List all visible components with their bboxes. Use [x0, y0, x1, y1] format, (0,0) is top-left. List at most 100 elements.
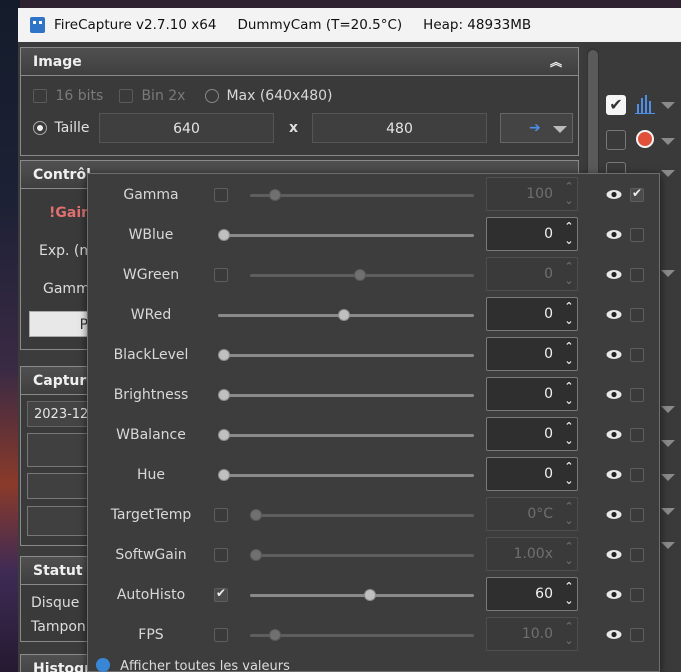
slider-track[interactable]: [218, 354, 474, 357]
auto-checkbox[interactable]: [214, 188, 228, 202]
eye-icon[interactable]: [606, 349, 622, 360]
visibility-checkbox[interactable]: [630, 186, 644, 202]
eye-icon[interactable]: [606, 189, 622, 200]
value-spinbox[interactable]: 0 ⌃ ⌄: [486, 457, 578, 491]
roi-dropdown[interactable]: ➔: [500, 113, 573, 143]
auto-checkbox[interactable]: [214, 268, 228, 282]
value-spinbox[interactable]: 0 ⌃ ⌄: [486, 297, 578, 331]
value-spinbox[interactable]: 0 ⌃ ⌄: [486, 377, 578, 411]
slider-track[interactable]: [218, 234, 474, 237]
chevron-up-icon[interactable]: ︽: [550, 48, 562, 76]
slider-track[interactable]: [250, 594, 474, 597]
slider-track[interactable]: [218, 394, 474, 397]
eye-icon[interactable]: [606, 469, 622, 480]
spin-arrows-icon[interactable]: ⌃ ⌄: [561, 218, 577, 250]
slider-track[interactable]: [250, 194, 474, 197]
value-spinbox[interactable]: 0 ⌃ ⌄: [486, 257, 578, 291]
histogram-dropdown-icon[interactable]: [661, 102, 675, 109]
eye-icon[interactable]: [606, 229, 622, 240]
visibility-checkbox[interactable]: [630, 228, 644, 242]
value-spinbox[interactable]: 60 ⌃ ⌄: [486, 577, 578, 611]
tool-dropdown-icon-9[interactable]: [661, 542, 675, 549]
tool-dropdown-icon-8[interactable]: [661, 508, 675, 515]
bin-checkbox[interactable]: [119, 89, 133, 103]
size-radio[interactable]: [33, 121, 47, 135]
eye-icon[interactable]: [606, 549, 622, 560]
show-all-values[interactable]: Afficher toutes les valeurs: [96, 658, 290, 672]
value-spinbox[interactable]: 0 ⌃ ⌄: [486, 417, 578, 451]
spin-arrows-icon[interactable]: ⌃ ⌄: [561, 418, 577, 450]
visibility-checkbox[interactable]: [630, 588, 644, 602]
eye-icon[interactable]: [606, 429, 622, 440]
eye-icon[interactable]: [606, 589, 622, 600]
auto-checkbox[interactable]: [214, 628, 228, 642]
visibility-checkbox[interactable]: [630, 388, 644, 402]
value-spinbox[interactable]: 10.0 ⌃ ⌄: [486, 617, 578, 651]
slider-handle[interactable]: [364, 589, 377, 601]
visibility-checkbox[interactable]: [630, 468, 644, 482]
visibility-checkbox[interactable]: [630, 548, 644, 562]
eye-icon[interactable]: [606, 629, 622, 640]
tool-dropdown-icon-6[interactable]: [661, 440, 675, 447]
visibility-checkbox[interactable]: [630, 428, 644, 442]
tool-dropdown-icon-7[interactable]: [661, 474, 675, 481]
visibility-checkbox[interactable]: [630, 268, 644, 282]
slider-track[interactable]: [218, 434, 474, 437]
tool-dropdown-icon-5[interactable]: [661, 406, 675, 413]
eye-icon[interactable]: [606, 309, 622, 320]
spin-arrows-icon[interactable]: ⌃ ⌄: [561, 378, 577, 410]
slider-track[interactable]: [250, 514, 474, 517]
visibility-checkbox[interactable]: [630, 628, 644, 642]
auto-checkbox[interactable]: [214, 586, 228, 602]
spin-arrows-icon[interactable]: ⌃ ⌄: [561, 298, 577, 330]
spin-arrows-icon[interactable]: ⌃ ⌄: [561, 338, 577, 370]
slider-handle[interactable]: [218, 469, 230, 481]
spin-arrows-icon[interactable]: ⌃ ⌄: [561, 538, 577, 570]
tool-dropdown-icon-3[interactable]: [661, 170, 675, 177]
eye-icon[interactable]: [606, 389, 622, 400]
tool-dropdown-icon-4[interactable]: [661, 270, 675, 277]
histogram-checkbox[interactable]: ✔: [606, 95, 626, 115]
slider-handle[interactable]: [218, 389, 230, 401]
crosshair-dropdown-icon[interactable]: [661, 138, 675, 145]
spin-arrows-icon[interactable]: ⌃ ⌄: [561, 458, 577, 490]
slider-handle[interactable]: [218, 229, 230, 241]
spin-arrows-icon[interactable]: ⌃ ⌄: [561, 618, 577, 650]
crosshair-checkbox[interactable]: [606, 130, 626, 150]
eye-icon[interactable]: [606, 509, 622, 520]
visibility-checkbox[interactable]: [630, 348, 644, 362]
max-radio[interactable]: [205, 89, 219, 103]
slider-handle[interactable]: [337, 309, 350, 321]
slider-handle[interactable]: [218, 349, 230, 361]
slider-handle[interactable]: [250, 549, 262, 561]
value-spinbox[interactable]: 0 ⌃ ⌄: [486, 337, 578, 371]
slider-track[interactable]: [218, 474, 474, 477]
eye-icon[interactable]: [606, 269, 622, 280]
visibility-checkbox[interactable]: [630, 508, 644, 522]
slider-handle[interactable]: [353, 269, 366, 281]
slider-handle[interactable]: [218, 429, 230, 441]
slider-handle[interactable]: [269, 189, 282, 201]
value-spinbox[interactable]: 0 ⌃ ⌄: [486, 217, 578, 251]
image-group-header[interactable]: Image ︽: [21, 48, 578, 76]
slider-handle[interactable]: [250, 509, 262, 521]
visibility-checkbox[interactable]: [630, 308, 644, 322]
value-spinbox[interactable]: 0°C ⌃ ⌄: [486, 497, 578, 531]
value-spinbox[interactable]: 100 ⌃ ⌄: [486, 177, 578, 211]
width-input[interactable]: 640: [99, 113, 274, 143]
crosshair-icon[interactable]: [636, 130, 654, 148]
spin-arrows-icon[interactable]: ⌃ ⌄: [561, 178, 577, 210]
slider-track[interactable]: [250, 554, 474, 557]
spin-arrows-icon[interactable]: ⌃ ⌄: [561, 258, 577, 290]
spin-arrows-icon[interactable]: ⌃ ⌄: [561, 498, 577, 530]
auto-checkbox[interactable]: [214, 508, 228, 522]
histogram-icon[interactable]: [635, 94, 655, 114]
value-spinbox[interactable]: 1.00x ⌃ ⌄: [486, 537, 578, 571]
auto-checkbox[interactable]: [214, 548, 228, 562]
height-input[interactable]: 480: [312, 113, 487, 143]
slider-handle[interactable]: [269, 629, 282, 641]
spin-arrows-icon[interactable]: ⌃ ⌄: [561, 578, 577, 610]
slider-track[interactable]: [250, 634, 474, 637]
16bits-checkbox[interactable]: [33, 89, 47, 103]
value-text: 0: [544, 426, 553, 442]
